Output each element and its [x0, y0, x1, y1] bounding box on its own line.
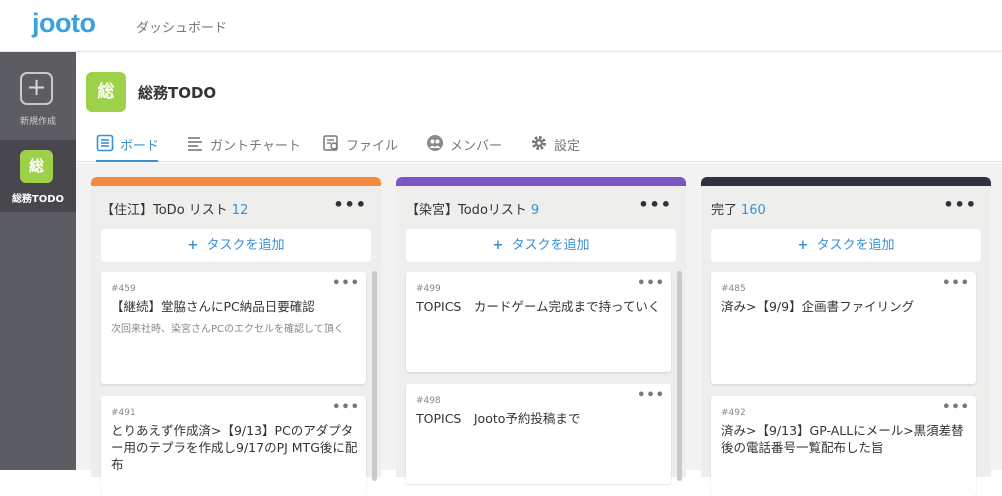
column-count: 9	[530, 203, 540, 218]
task-title: とりあえず作成済>【9/13】PCのアダプター用のテプラを作成し9/17のPJ …	[111, 423, 358, 472]
plus-icon: +	[20, 72, 53, 105]
add-task-label: タスクを追加	[511, 238, 590, 253]
column-menu-icon[interactable]: •••	[333, 195, 367, 214]
task-card[interactable]: #491 ••• とりあえず作成済>【9/13】PCのアダプター用のテプラを作成…	[101, 396, 366, 496]
sidebar: + 新規作成 総 総務TODO	[0, 52, 76, 470]
column-title: 完了	[711, 203, 738, 218]
list-column: 【住江】ToDo リスト 12 ••• + タスクを追加 #459 ••• 【継続】…	[91, 177, 381, 496]
column-header[interactable]: 【住江】ToDo リスト 12	[101, 199, 248, 218]
tab-gantt-label: ガントチャート	[210, 139, 301, 154]
task-title: 済み>【9/9】企画書ファイリング	[721, 299, 915, 314]
column-scrollbar[interactable]	[677, 271, 682, 481]
board: 【住江】ToDo リスト 12 ••• + タスクを追加 #459 ••• 【継続】…	[76, 163, 1002, 496]
task-number: #498	[416, 396, 441, 406]
task-title: 【継続】堂脇さんにPC納品日要確認	[111, 299, 315, 314]
card-menu-icon[interactable]: •••	[637, 388, 665, 403]
task-card[interactable]: #492 ••• 済み>【9/13】GP-ALLにメール>黒須差替後の電話番号一…	[711, 396, 976, 496]
file-icon	[323, 135, 338, 151]
task-title: TOPICS Jooto予約投稿まで	[416, 411, 581, 426]
gantt-icon	[188, 137, 202, 151]
card-menu-icon[interactable]: •••	[942, 276, 970, 291]
nav-dashboard-link[interactable]: ダッシュボード	[136, 17, 227, 36]
column-menu-icon[interactable]: •••	[638, 195, 672, 214]
add-task-button[interactable]: + タスクを追加	[711, 229, 981, 262]
add-task-label: タスクを追加	[206, 238, 285, 253]
task-number: #499	[416, 284, 441, 294]
task-number: #491	[111, 408, 136, 418]
project-badge: 総	[20, 150, 53, 183]
task-card[interactable]: #498 ••• TOPICS Jooto予約投稿まで	[406, 384, 671, 484]
column-header[interactable]: 完了 160	[711, 199, 766, 218]
add-task-button[interactable]: + タスクを追加	[406, 229, 676, 262]
sidebar-project-label: 総務TODO	[11, 194, 65, 205]
column-count: 12	[231, 203, 249, 218]
task-number: #459	[111, 284, 136, 294]
plus-icon: +	[187, 238, 199, 253]
task-description: 次回来社時、染宮さんPCのエクセルを確認して頂く	[111, 324, 344, 335]
task-card[interactable]: #499 ••• TOPICS カードゲーム完成まで持っていく	[406, 272, 671, 372]
new-project-button[interactable]: + 新規作成	[0, 52, 76, 140]
tab-bar: ボード ガントチャート ファイル メンバー 設定	[76, 128, 1002, 162]
column-scrollbar[interactable]	[372, 271, 377, 481]
column-color-bar	[91, 177, 381, 186]
task-number: #492	[721, 408, 746, 418]
sidebar-item-project[interactable]: 総 総務TODO	[0, 140, 76, 212]
tab-members-label: メンバー	[450, 139, 503, 154]
tab-settings-label: 設定	[554, 139, 581, 154]
tab-files-label: ファイル	[346, 139, 399, 154]
task-title: 済み>【9/13】GP-ALLにメール>黒須差替後の電話番号一覧配布した旨	[721, 423, 964, 455]
column-title: 【染宮】Todoリスト	[406, 203, 527, 218]
card-menu-icon[interactable]: •••	[637, 276, 665, 291]
list-column: 完了 160 ••• + タスクを追加 #485 ••• 済み>【9/9】企画書ファ…	[701, 177, 991, 496]
tab-board-label: ボード	[120, 139, 160, 154]
members-icon	[427, 135, 443, 151]
plus-icon: +	[492, 238, 504, 253]
add-task-label: タスクを追加	[816, 238, 895, 253]
top-bar: jooto ダッシュボード	[0, 0, 1002, 52]
tab-board[interactable]: ボード	[96, 132, 160, 162]
card-menu-icon[interactable]: •••	[942, 400, 970, 415]
card-menu-icon[interactable]: •••	[332, 276, 360, 291]
column-header[interactable]: 【染宮】Todoリスト 9	[406, 199, 539, 218]
plus-icon: +	[797, 238, 809, 253]
new-project-label: 新規作成	[19, 117, 56, 127]
task-number: #485	[721, 284, 746, 294]
column-title: 【住江】ToDo リスト	[101, 203, 228, 218]
list-column: 【染宮】Todoリスト 9 ••• + タスクを追加 #499 ••• TOPICS…	[396, 177, 686, 484]
task-card[interactable]: #459 ••• 【継続】堂脇さんにPC納品日要確認 次回来社時、染宮さんPCの…	[101, 272, 366, 384]
column-color-bar	[701, 177, 991, 186]
main-area: 総 総務TODO ボード ガントチャート ファイル メンバー 設定 【住江】To…	[76, 52, 1002, 496]
task-card[interactable]: #485 ••• 済み>【9/9】企画書ファイリング	[711, 272, 976, 384]
column-color-bar	[396, 177, 686, 186]
column-menu-icon[interactable]: •••	[943, 195, 977, 214]
project-title: 総務TODO	[138, 84, 217, 102]
board-icon	[96, 134, 114, 152]
jooto-logo[interactable]: jooto	[32, 8, 96, 39]
gear-icon	[532, 136, 546, 150]
card-menu-icon[interactable]: •••	[332, 400, 360, 415]
add-task-button[interactable]: + タスクを追加	[101, 229, 371, 262]
task-title: TOPICS カードゲーム完成まで持っていく	[416, 299, 661, 314]
column-count: 160	[741, 203, 766, 218]
project-badge-large: 総	[86, 72, 126, 112]
